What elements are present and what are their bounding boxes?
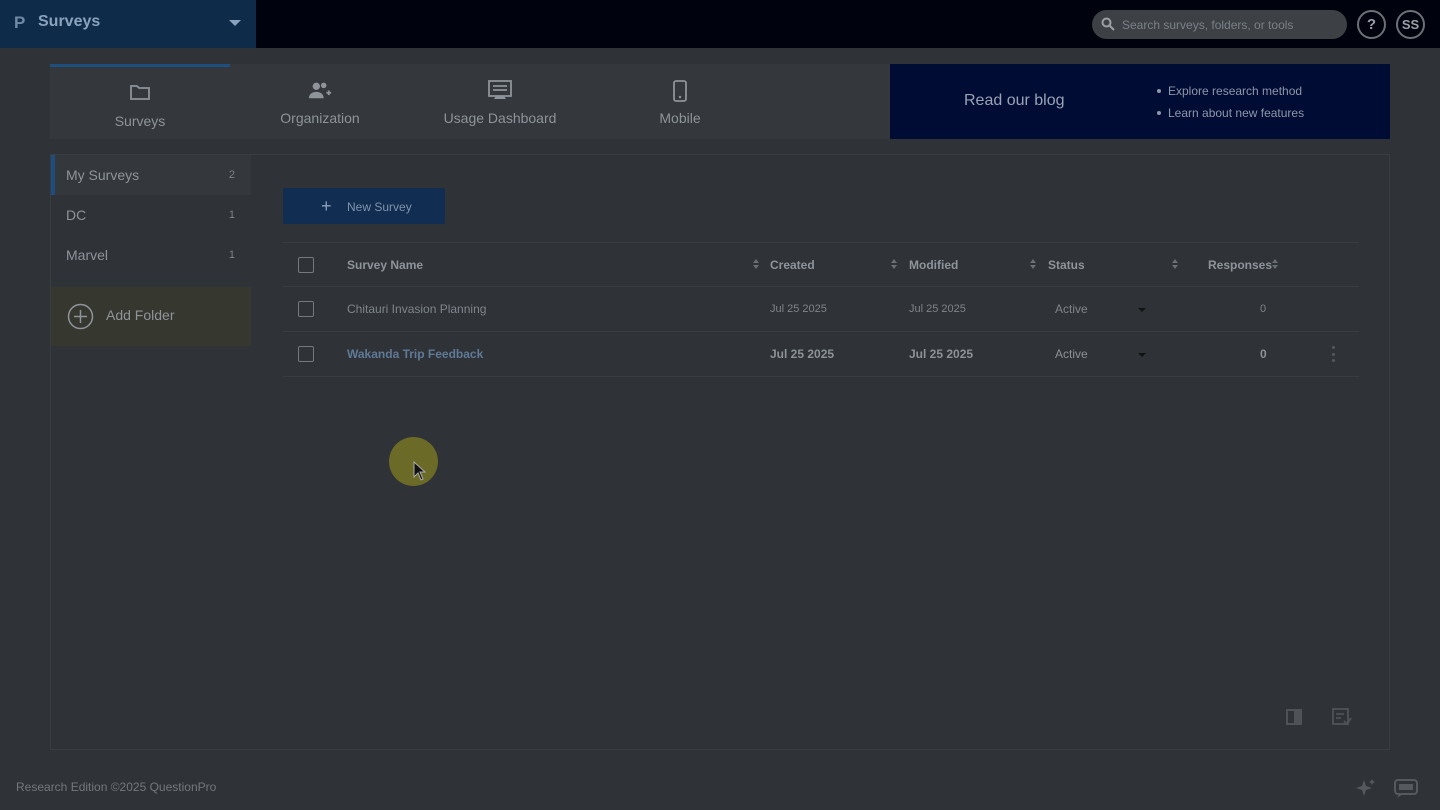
folder-item-dc[interactable]: DC 1 xyxy=(51,195,251,235)
folder-name: Marvel xyxy=(66,247,109,263)
survey-name[interactable]: Chitauri Invasion Planning xyxy=(347,287,486,331)
response-count: 0 xyxy=(1260,303,1267,315)
survey-table: Survey Name Created Modified Status Resp… xyxy=(283,242,1359,377)
new-survey-label: New Survey xyxy=(347,200,412,214)
tab-organization[interactable]: Organization xyxy=(230,64,410,139)
sort-icon[interactable] xyxy=(1172,259,1178,271)
status-select[interactable]: Active xyxy=(1055,287,1088,331)
response-count: 0 xyxy=(1260,347,1267,361)
table-header: Survey Name Created Modified Status Resp… xyxy=(283,242,1359,287)
top-bar: P Surveys ? SS xyxy=(0,0,1440,48)
col-survey-name[interactable]: Survey Name xyxy=(347,243,423,287)
sort-icon[interactable] xyxy=(753,259,759,271)
search-box xyxy=(1092,10,1347,39)
created-date: Jul 25 2025 xyxy=(770,347,835,361)
search-icon xyxy=(1101,17,1115,31)
modified-date: Jul 25 2025 xyxy=(909,347,974,361)
folder-count: 2 xyxy=(228,169,235,181)
plus-circle-icon xyxy=(67,303,94,330)
tab-mobile[interactable]: Mobile xyxy=(590,64,770,139)
blog-links: Explore research method Learn about new … xyxy=(1156,84,1304,128)
search-input[interactable] xyxy=(1122,15,1337,34)
chevron-down-icon[interactable] xyxy=(1138,308,1146,312)
tab-usage-dashboard[interactable]: Usage Dashboard xyxy=(410,64,590,139)
created-date: Jul 25 2025 xyxy=(770,303,827,315)
tab-label: Usage Dashboard xyxy=(443,110,557,126)
table-row[interactable]: Wakanda Trip Feedback Jul 25 2025 Jul 25… xyxy=(283,332,1359,377)
tab-label: Organization xyxy=(280,110,360,126)
chevron-down-icon xyxy=(229,20,241,26)
tab-label: Mobile xyxy=(659,110,701,126)
folder-list: My Surveys 2 DC 1 Marvel 1 xyxy=(51,155,251,275)
chat-support-icon[interactable] xyxy=(1393,778,1419,798)
folder-count: 1 xyxy=(228,209,235,221)
sort-icon[interactable] xyxy=(1272,259,1278,271)
blog-title[interactable]: Read our blog xyxy=(964,92,1065,110)
modified-date: Jul 25 2025 xyxy=(909,303,966,315)
main-nav: Surveys Organization Usage Dashboard Mob… xyxy=(50,64,890,139)
help-button[interactable]: ? xyxy=(1357,10,1386,39)
new-survey-button[interactable]: + New Survey xyxy=(283,188,445,224)
folder-item-marvel[interactable]: Marvel 1 xyxy=(51,235,251,275)
survey-list-icon[interactable] xyxy=(1332,708,1352,726)
blog-banner[interactable]: Read our blog Explore research method Le… xyxy=(890,64,1390,139)
status-select[interactable]: Active xyxy=(1055,332,1088,376)
row-checkbox[interactable] xyxy=(298,346,314,362)
folder-item-my-surveys[interactable]: My Surveys 2 xyxy=(51,155,251,195)
blog-link[interactable]: Explore research method xyxy=(1156,84,1304,106)
folder-name: My Surveys xyxy=(66,167,140,183)
blog-link[interactable]: Learn about new features xyxy=(1156,106,1304,128)
app-name: Surveys xyxy=(38,13,101,30)
col-modified[interactable]: Modified xyxy=(909,243,958,287)
footer-copyright: Research Edition ©2025 QuestionPro xyxy=(16,780,217,794)
book-icon[interactable] xyxy=(1285,708,1303,726)
col-created[interactable]: Created xyxy=(770,243,815,287)
folder-count: 1 xyxy=(228,249,235,261)
col-status[interactable]: Status xyxy=(1048,243,1085,287)
users-icon xyxy=(308,80,332,102)
main-panel: My Surveys 2 DC 1 Marvel 1 Add Folder + … xyxy=(50,154,1390,750)
folder-name: DC xyxy=(66,207,87,223)
more-options-icon[interactable] xyxy=(1332,346,1335,362)
tab-label: Surveys xyxy=(114,113,166,129)
row-checkbox[interactable] xyxy=(298,301,314,317)
chevron-down-icon[interactable] xyxy=(1138,353,1146,357)
questionpro-logo-icon: P xyxy=(14,13,26,32)
tab-surveys[interactable]: Surveys xyxy=(50,64,230,139)
survey-name[interactable]: Wakanda Trip Feedback xyxy=(347,332,483,376)
folder-icon xyxy=(128,83,152,105)
user-avatar[interactable]: SS xyxy=(1396,10,1425,39)
sort-icon[interactable] xyxy=(891,259,897,271)
sort-icon[interactable] xyxy=(1030,259,1036,271)
col-responses[interactable]: Responses xyxy=(1208,243,1272,287)
table-row[interactable]: Chitauri Invasion Planning Jul 25 2025 J… xyxy=(283,287,1359,332)
mobile-icon xyxy=(668,80,692,102)
plus-icon: + xyxy=(321,196,332,216)
mouse-cursor-icon xyxy=(413,461,427,481)
select-all-checkbox[interactable] xyxy=(298,257,314,273)
dashboard-icon xyxy=(488,80,512,102)
add-folder-label: Add Folder xyxy=(106,307,175,323)
sparkle-icon[interactable] xyxy=(1356,778,1376,798)
add-folder-button[interactable]: Add Folder xyxy=(51,287,251,346)
app-switcher[interactable]: P Surveys xyxy=(0,0,256,48)
